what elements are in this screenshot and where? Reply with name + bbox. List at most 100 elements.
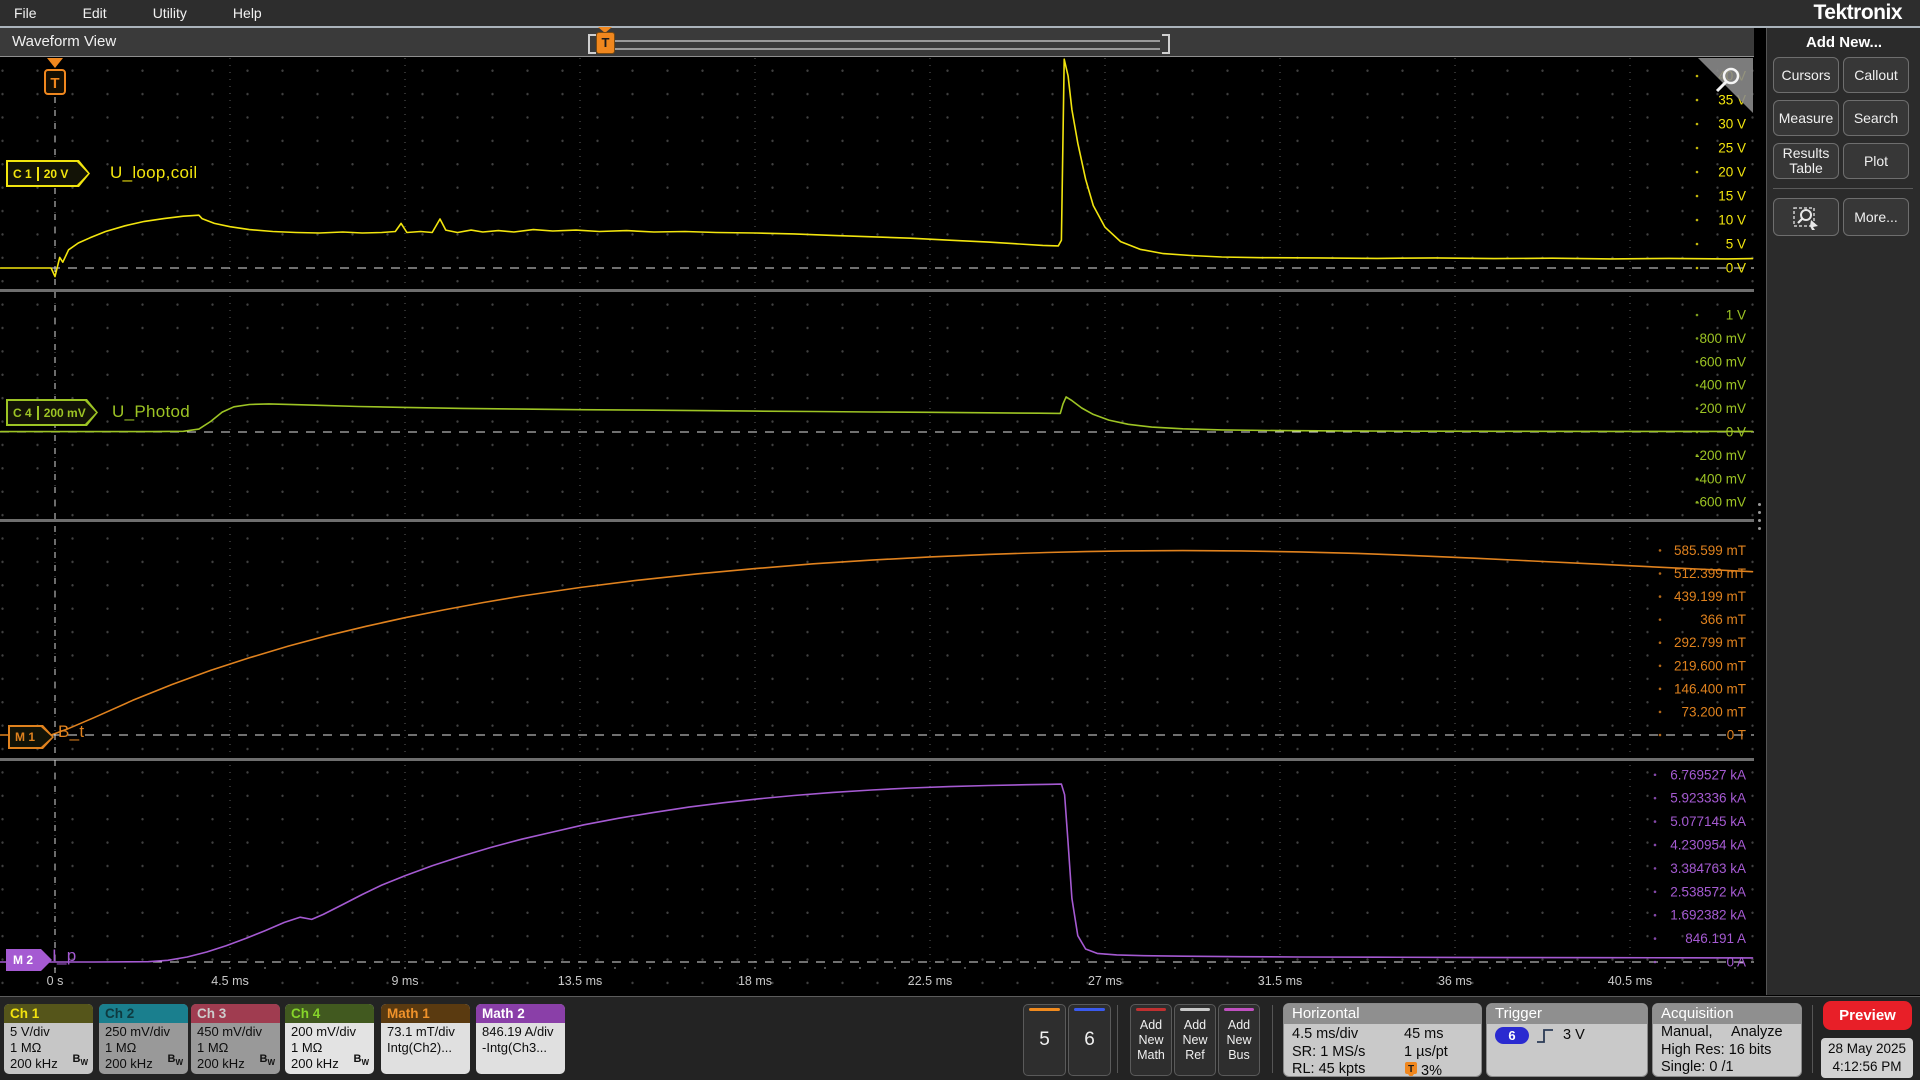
- horizontal-panel[interactable]: Horizontal 4.5 ms/div 45 ms SR: 1 MS/s 1 µs…: [1283, 1003, 1482, 1077]
- svg-text:3.384763 kA: 3.384763 kA: [1670, 861, 1746, 876]
- math-ref-badge-6[interactable]: 6: [1068, 1004, 1111, 1076]
- channel-handle-c1[interactable]: C 1 20 V: [6, 160, 90, 187]
- channel-handle-c4[interactable]: C 4 200 mV: [6, 399, 98, 426]
- rising-edge-icon: [1537, 1029, 1553, 1043]
- trace-m2: [0, 783, 1754, 963]
- svg-text:31.5 ms: 31.5 ms: [1258, 974, 1302, 988]
- channel-badge-title: Ch 3: [191, 1004, 280, 1023]
- measure-button[interactable]: Measure: [1773, 100, 1839, 136]
- svg-text:800 mV: 800 mV: [1699, 331, 1746, 346]
- search-button[interactable]: Search: [1843, 100, 1909, 136]
- badge-scale: 200 mV: [37, 406, 90, 420]
- trigger-position-icon[interactable]: T: [596, 32, 615, 54]
- trace-c4: [0, 396, 1754, 433]
- results-table-button[interactable]: Results Table: [1773, 143, 1839, 179]
- menu-item-utility[interactable]: Utility: [139, 5, 201, 21]
- zoom-select-button[interactable]: [1773, 198, 1839, 236]
- trigger-panel-title: Trigger: [1487, 1004, 1647, 1024]
- channel-badge-title: Ch 2: [99, 1004, 188, 1023]
- svg-text:585.599 mT: 585.599 mT: [1674, 543, 1746, 558]
- svg-text:439.199 mT: 439.199 mT: [1674, 589, 1746, 604]
- channel-badge-ch1[interactable]: Ch 15 V/div 1 MΩ 200 kHz BW: [4, 1004, 93, 1074]
- badge-number: 6: [1084, 1029, 1095, 1050]
- channel-scale: 73.1 mT/div: [387, 1024, 455, 1039]
- acquisition-panel[interactable]: Acquisition Manual, Analyze High Res: 16…: [1652, 1003, 1802, 1077]
- waveform-plot-area[interactable]: 40 V35 V30 V25 V20 V15 V10 V5 V0 V1 V800…: [0, 57, 1754, 995]
- add-new-label: Add New Math: [1137, 1017, 1165, 1062]
- svg-text:6.769527 kA: 6.769527 kA: [1670, 767, 1746, 782]
- trace-label-c4: U_Photod: [112, 402, 191, 421]
- preview-button[interactable]: Preview: [1823, 1001, 1912, 1030]
- channel-badge-title: Math 2: [476, 1004, 565, 1023]
- horizontal-value-right: T 3%: [1404, 1061, 1442, 1076]
- channel-badge-math2[interactable]: Math 2 846.19 A/div -Intg(Ch3...: [476, 1004, 565, 1074]
- date-label: 28 May 2025: [1827, 1041, 1907, 1056]
- cursors-button[interactable]: Cursors: [1773, 57, 1839, 93]
- color-stripe: [1224, 1008, 1254, 1011]
- svg-text:22.5 ms: 22.5 ms: [908, 974, 952, 988]
- svg-text:1.692382 kA: 1.692382 kA: [1670, 908, 1746, 923]
- svg-text:146.400 mT: 146.400 mT: [1674, 681, 1746, 696]
- zoom-select-icon: [1793, 207, 1818, 230]
- badge-number: 5: [1039, 1029, 1050, 1050]
- svg-text:30 V: 30 V: [1718, 117, 1746, 132]
- channel-badge-ch2[interactable]: Ch 2 250 mV/div 1 MΩ 200 kHz BW: [99, 1004, 188, 1074]
- add-new-label: Add New Bus: [1226, 1017, 1252, 1062]
- channel-badge-math1[interactable]: Math 1 73.1 mT/div Intg(Ch2)...: [381, 1004, 470, 1074]
- trigger-position-icon: T: [1405, 1062, 1417, 1076]
- channel-impedance: Intg(Ch2)...: [387, 1040, 453, 1055]
- trace-label-m2: I_p: [52, 946, 77, 965]
- svg-text:2.538572 kA: 2.538572 kA: [1670, 884, 1746, 899]
- add-new-title: Add New...: [1805, 34, 1883, 51]
- add-new-label: Add New Ref: [1182, 1017, 1208, 1062]
- horizontal-position-track[interactable]: [600, 40, 1160, 50]
- menu-item-file[interactable]: File: [0, 5, 51, 21]
- svg-text:1 V: 1 V: [1726, 308, 1746, 323]
- menu-item-edit[interactable]: Edit: [69, 5, 121, 21]
- channel-scale: 5 V/div: [10, 1024, 50, 1039]
- add-new-ref-button[interactable]: Add New Ref: [1174, 1004, 1216, 1076]
- channel-badge-ch3[interactable]: Ch 3 450 mV/div 1 MΩ 200 kHz BW: [191, 1004, 280, 1074]
- svg-text:18 ms: 18 ms: [738, 974, 772, 988]
- color-stripe: [1136, 1008, 1166, 1011]
- tektronix-logo: Tektronix: [1813, 1, 1903, 24]
- add-new-math-button[interactable]: Add New Math: [1130, 1004, 1172, 1076]
- panel-resize-grip[interactable]: [1758, 503, 1761, 533]
- math-ref-badge-5[interactable]: 5: [1023, 1004, 1066, 1076]
- svg-text:36 ms: 36 ms: [1438, 974, 1472, 988]
- callout-button[interactable]: Callout: [1843, 57, 1909, 93]
- divider: [1272, 1005, 1273, 1073]
- trace-m1: [0, 549, 1754, 736]
- channel-scale: 200 mV/div: [291, 1024, 357, 1039]
- svg-text:40.5 ms: 40.5 ms: [1608, 974, 1652, 988]
- channel-badge-ch4[interactable]: Ch 4 200 mV/div 1 MΩ 200 kHz BW: [285, 1004, 374, 1074]
- divider: [1812, 1005, 1813, 1073]
- svg-text:5.077145 kA: 5.077145 kA: [1670, 814, 1746, 829]
- svg-text:366 mT: 366 mT: [1700, 612, 1746, 627]
- menu-item-help[interactable]: Help: [219, 5, 276, 21]
- trace-label-m1: B_t: [58, 722, 85, 741]
- svg-text:25 V: 25 V: [1718, 141, 1746, 156]
- position-bracket-left: [588, 34, 596, 54]
- position-bracket-right: [1162, 34, 1170, 54]
- trigger-level: 3 V: [1563, 1027, 1585, 1043]
- plot-button[interactable]: Plot: [1843, 143, 1909, 179]
- trigger-panel[interactable]: Trigger 6 3 V: [1486, 1003, 1648, 1077]
- channel-handle-m1[interactable]: M 1: [8, 725, 54, 749]
- waveform-view-titlebar: Waveform View T: [0, 27, 1754, 58]
- add-new-bus-button[interactable]: Add New Bus: [1218, 1004, 1260, 1076]
- channel-badge-title: Ch 4: [285, 1004, 374, 1023]
- divider: [1117, 1005, 1118, 1073]
- svg-text:292.799 mT: 292.799 mT: [1674, 635, 1746, 650]
- horizontal-value-left: 4.5 ms/div: [1292, 1026, 1359, 1042]
- svg-text:15 V: 15 V: [1718, 189, 1746, 204]
- svg-text:-200 mV: -200 mV: [1695, 448, 1746, 463]
- panel-divider: [1773, 188, 1913, 189]
- more-button[interactable]: More...: [1843, 198, 1909, 236]
- horizontal-value-left: RL: 45 kpts: [1292, 1061, 1366, 1077]
- svg-text:5 V: 5 V: [1726, 237, 1746, 252]
- horizontal-value-left: SR: 1 MS/s: [1292, 1043, 1366, 1060]
- waveform-view-title: Waveform View: [12, 33, 117, 50]
- svg-text:0 T: 0 T: [1727, 728, 1746, 743]
- channel-handle-m2[interactable]: M 2: [6, 949, 52, 971]
